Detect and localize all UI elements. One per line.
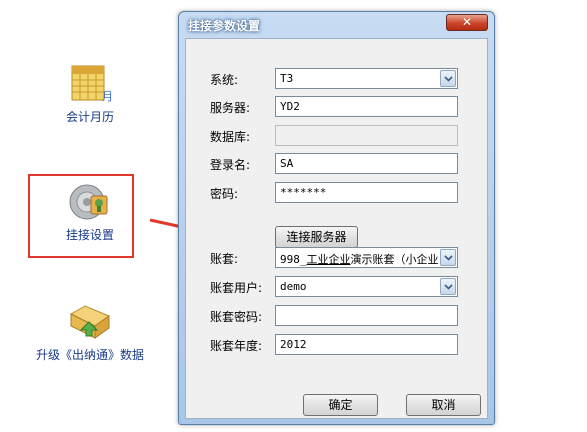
svg-text:月: 月 bbox=[102, 90, 112, 103]
login-label: 登录名: bbox=[210, 158, 251, 172]
account-year-value: 2012 bbox=[280, 338, 307, 351]
connect-server-button[interactable]: 连接服务器 bbox=[275, 226, 358, 248]
account-user-select[interactable]: demo bbox=[275, 276, 458, 297]
account-select[interactable]: 998_工业企业演示账套（小企业· bbox=[275, 247, 458, 268]
password-input[interactable]: ******* bbox=[275, 182, 458, 203]
account-value-prefix: 998_ bbox=[280, 253, 307, 266]
chevron-down-icon bbox=[444, 284, 453, 290]
account-user-dropdown-button[interactable] bbox=[440, 278, 456, 295]
database-input bbox=[275, 125, 458, 146]
login-input[interactable]: SA bbox=[275, 153, 458, 174]
launcher-upgrade-data[interactable]: 升级《出纳通》数据 bbox=[20, 300, 160, 363]
system-dropdown-button[interactable] bbox=[440, 70, 456, 87]
account-year-input[interactable]: 2012 bbox=[275, 334, 458, 355]
password-value: ******* bbox=[280, 186, 327, 199]
account-user-label: 账套用户: bbox=[210, 281, 263, 295]
login-value: SA bbox=[280, 157, 294, 170]
gear-disc-icon bbox=[69, 184, 108, 220]
mount-params-dialog: 挂接参数设置 ✕ 系统: T3 服务器: YD2 数据库: 登录名: SA 密码… bbox=[178, 11, 495, 425]
account-dropdown-button[interactable] bbox=[440, 249, 456, 266]
account-label: 账套: bbox=[210, 252, 239, 266]
dialog-body: 系统: T3 服务器: YD2 数据库: 登录名: SA 密码: *******… bbox=[185, 38, 488, 419]
account-value-suffix: 演示账套（小企业 bbox=[350, 253, 439, 266]
dialog-titlebar[interactable]: 挂接参数设置 ✕ bbox=[179, 12, 494, 37]
ok-button[interactable]: 确定 bbox=[303, 394, 378, 416]
account-user-value: demo bbox=[280, 280, 307, 293]
system-value: T3 bbox=[280, 72, 294, 85]
chevron-down-icon bbox=[444, 255, 453, 261]
database-label: 数据库: bbox=[210, 130, 251, 144]
launcher-accounting-calendar[interactable]: 月 会计月历 bbox=[55, 60, 125, 125]
account-year-label: 账套年度: bbox=[210, 339, 263, 353]
server-value: YD2 bbox=[280, 100, 300, 113]
calendar-icon: 月 bbox=[71, 65, 112, 103]
cancel-button[interactable]: 取消 bbox=[406, 394, 481, 416]
launcher-mount-settings[interactable]: 挂接设置 bbox=[40, 182, 140, 243]
close-icon: ✕ bbox=[461, 15, 473, 29]
mount-settings-label: 挂接设置 bbox=[65, 228, 114, 242]
account-password-label: 账套密码: bbox=[210, 310, 263, 324]
server-input[interactable]: YD2 bbox=[275, 96, 458, 117]
calendar-label: 会计月历 bbox=[65, 110, 114, 124]
chevron-down-icon bbox=[444, 76, 453, 82]
upgrade-data-label: 升级《出纳通》数据 bbox=[35, 348, 144, 362]
password-label: 密码: bbox=[210, 187, 239, 201]
folder-upgrade-icon bbox=[69, 305, 111, 339]
account-value-underlined: 工业企业 bbox=[306, 253, 351, 266]
account-password-input[interactable] bbox=[275, 305, 458, 326]
system-select[interactable]: T3 bbox=[275, 68, 458, 89]
system-label: 系统: bbox=[210, 73, 239, 87]
dialog-title: 挂接参数设置 bbox=[188, 19, 261, 33]
server-label: 服务器: bbox=[210, 101, 251, 115]
close-button[interactable]: ✕ bbox=[446, 14, 488, 31]
